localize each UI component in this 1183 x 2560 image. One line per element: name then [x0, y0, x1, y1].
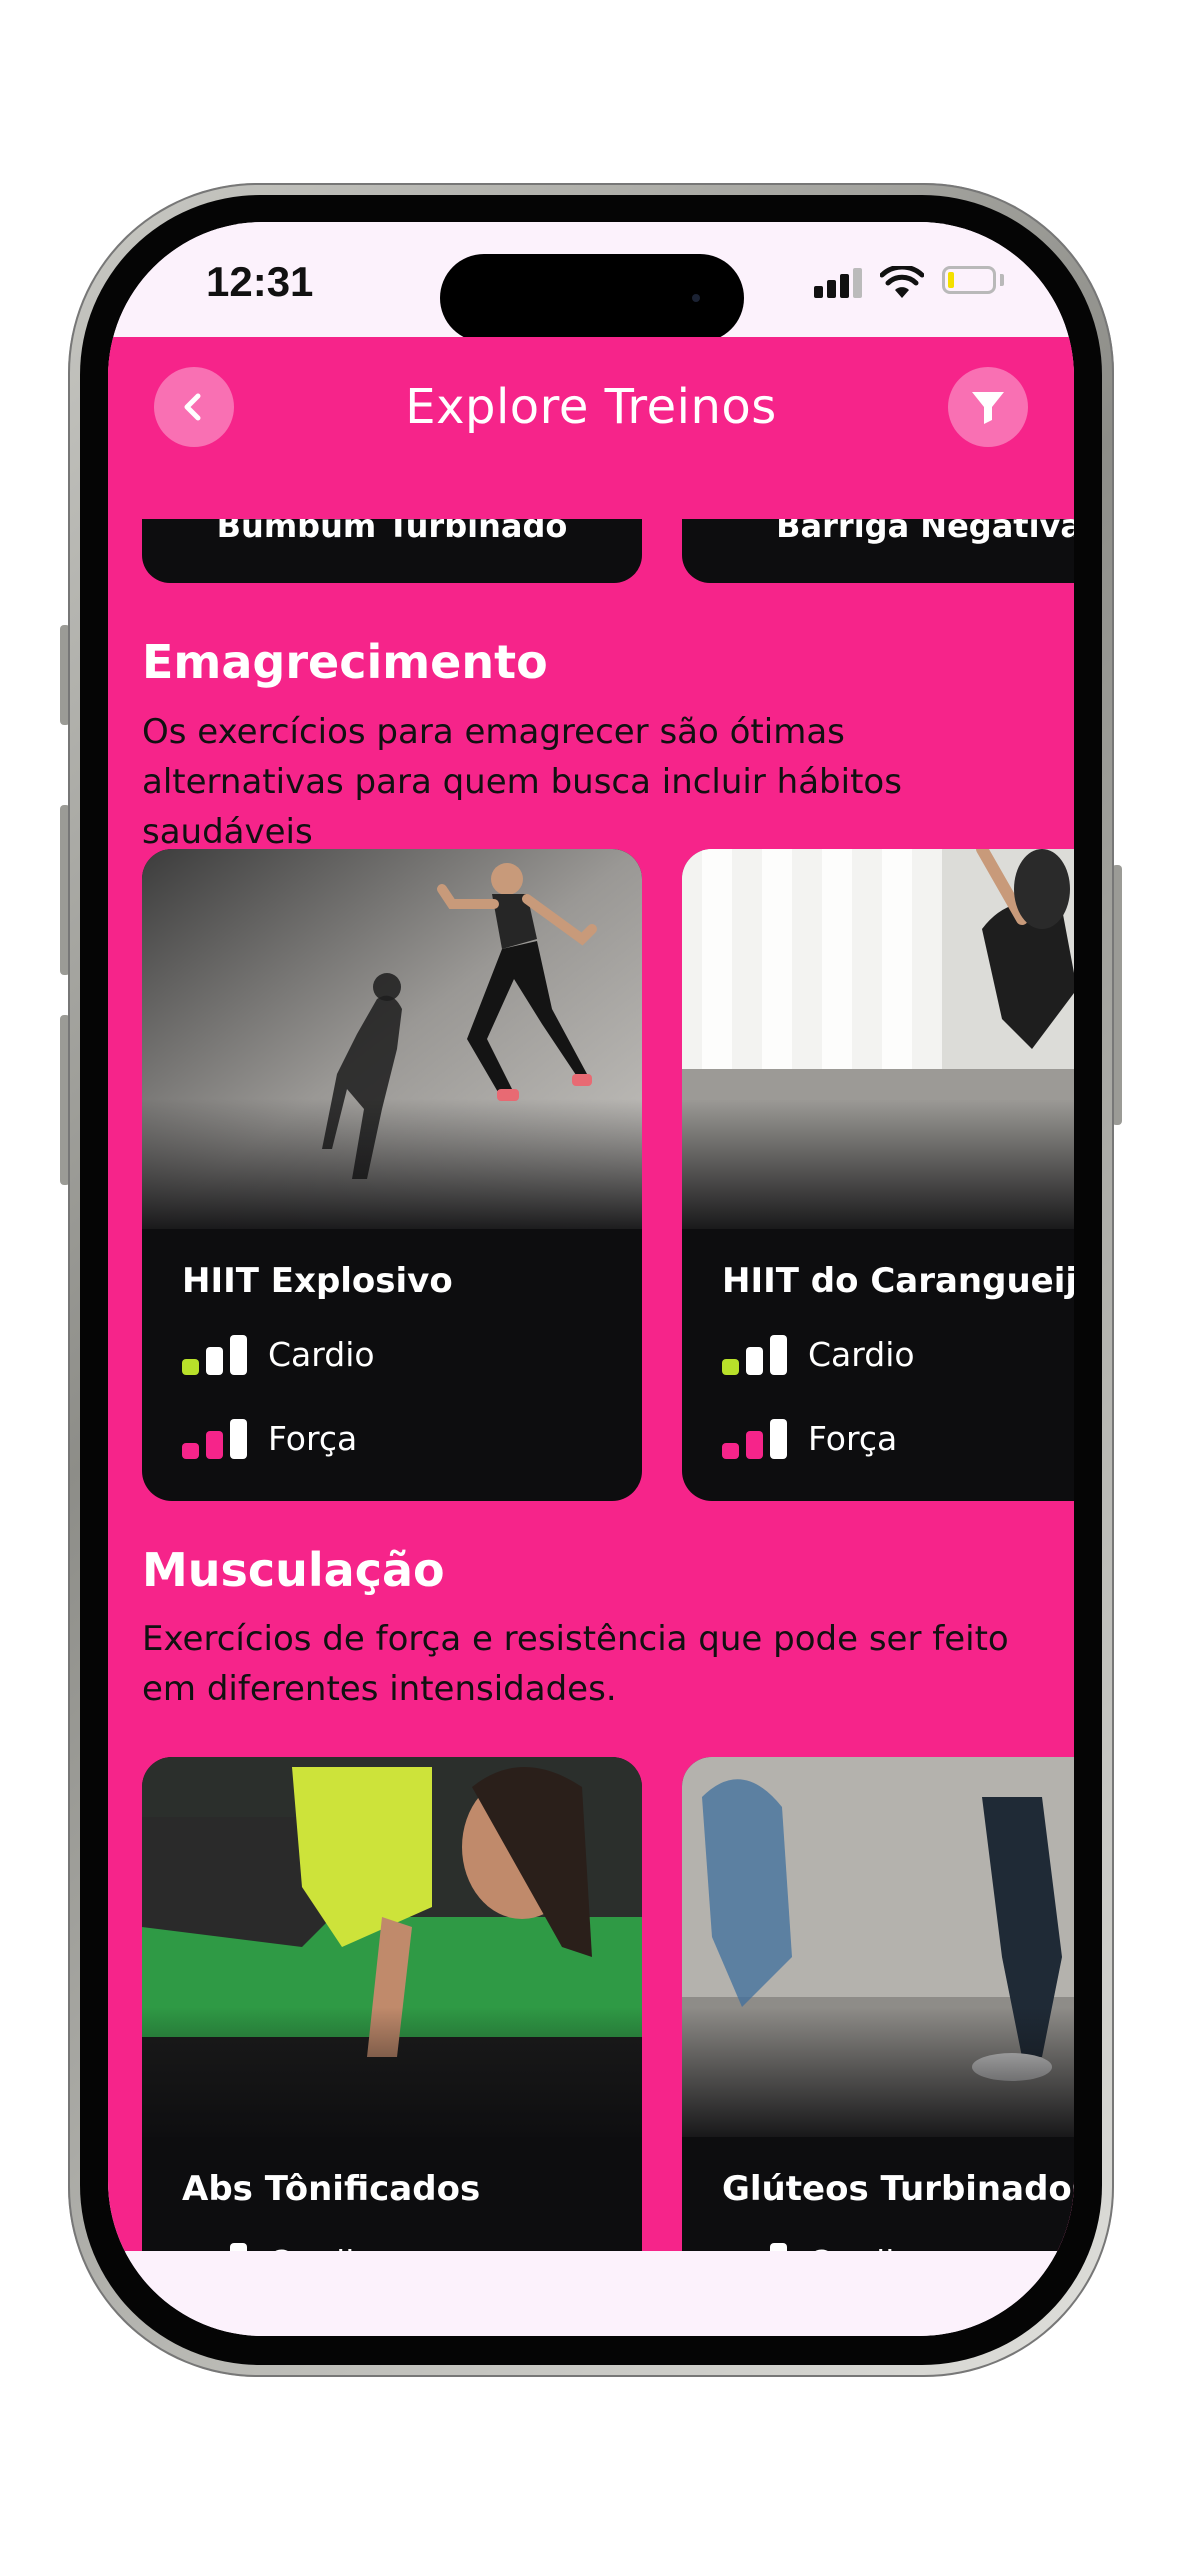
- workout-card-hiit-explosivo[interactable]: HIIT Explosivo Cardio Força: [142, 849, 642, 1501]
- app-header: Explore Treinos: [108, 337, 1074, 519]
- level-bars-icon: [722, 1335, 792, 1375]
- filter-icon: [972, 392, 1004, 424]
- dynamic-island: [440, 254, 744, 342]
- battery-icon: [942, 266, 996, 294]
- main-content: Explore Treinos Bumbum Turbinado Barriga…: [108, 337, 1074, 2251]
- photo-fade: [142, 2007, 642, 2157]
- cellular-signal-icon: [814, 268, 866, 298]
- metric-label: Cardio: [268, 1335, 375, 1374]
- workout-card-hiit-do-carangueijo[interactable]: HIIT do Carangueijo Cardio Força: [682, 849, 1074, 1501]
- workout-card-abs-tonificados[interactable]: Abs Tônificados Cardio: [142, 1757, 642, 2251]
- page-title: Explore Treinos: [405, 379, 777, 435]
- metric-label: Cardio: [808, 2243, 915, 2251]
- level-bars-icon: [722, 2243, 792, 2251]
- section-title-emagrecimento: Emagrecimento: [142, 635, 548, 689]
- metric-label: Força: [808, 1419, 898, 1458]
- status-time: 12:31: [206, 258, 314, 305]
- photo-fade: [682, 2007, 1074, 2157]
- photo-fade: [682, 1099, 1074, 1249]
- card-title: HIIT Explosivo: [182, 1261, 453, 1301]
- card-title: Abs Tônificados: [182, 2169, 481, 2209]
- level-bars-icon: [182, 2243, 252, 2251]
- section-title-musculacao: Musculação: [142, 1543, 445, 1597]
- card-title: Glúteos Turbinados: [722, 2169, 1074, 2209]
- filter-button[interactable]: [948, 367, 1028, 447]
- phone-screen: 12:31 Explore Treinos Bumbum Turbinado B…: [108, 222, 1074, 2336]
- level-bars-icon: [722, 1419, 792, 1459]
- photo-fade: [142, 1099, 642, 1249]
- workout-card-gluteos-turbinados[interactable]: Glúteos Turbinados Cardio: [682, 1757, 1074, 2251]
- status-bar: 12:31: [108, 222, 1074, 342]
- level-bars-icon: [182, 1335, 252, 1375]
- metric-label: Força: [268, 1419, 358, 1458]
- metric-label: Cardio: [268, 2243, 375, 2251]
- level-bars-icon: [182, 1419, 252, 1459]
- section-description: Exercícios de força e resistência que po…: [142, 1619, 1009, 1709]
- card-title: HIIT do Carangueijo: [722, 1261, 1074, 1301]
- metric-label: Cardio: [808, 1335, 915, 1374]
- section-description: Os exercícios para emagrecer são ótimas …: [142, 712, 902, 852]
- battery-cap: [1000, 274, 1004, 286]
- home-indicator-area: [108, 2252, 1074, 2336]
- wifi-icon: [880, 266, 924, 298]
